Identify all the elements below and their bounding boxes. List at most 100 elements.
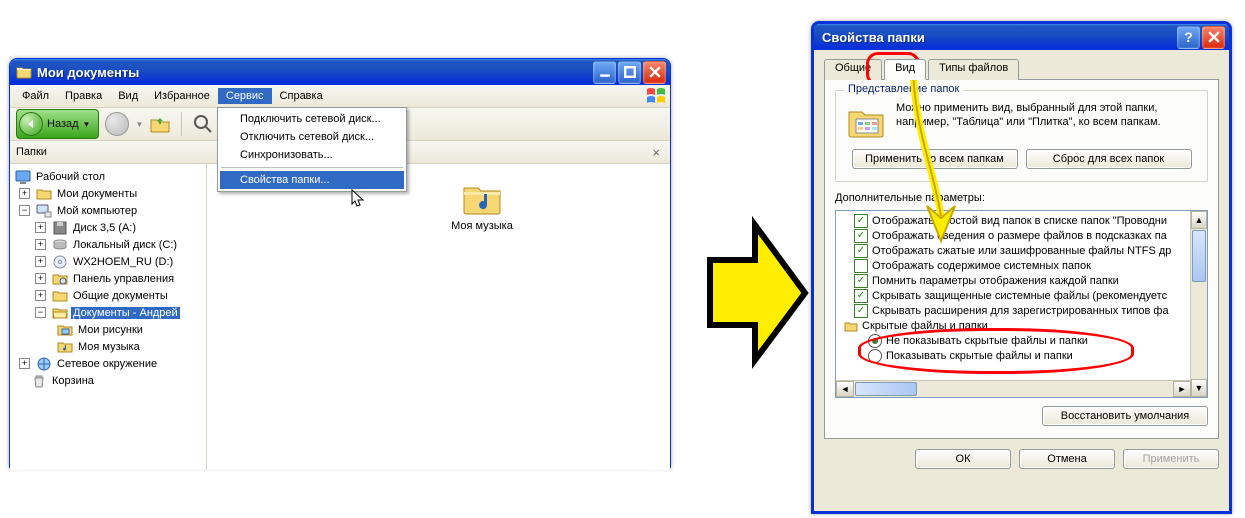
dd-disconnect-drive[interactable]: Отключить сетевой диск... bbox=[220, 128, 404, 146]
tree-floppy[interactable]: + Диск 3,5 (A:) bbox=[10, 219, 206, 236]
content-label: Моя музыка bbox=[451, 220, 513, 232]
restore-defaults-button[interactable]: Восстановить умолчания bbox=[1042, 406, 1208, 426]
ok-button[interactable]: ОК bbox=[915, 449, 1011, 469]
dd-separator bbox=[221, 167, 403, 168]
back-button[interactable]: Назад ▼ bbox=[16, 109, 99, 139]
dialog-title: Свойства папки bbox=[822, 30, 1177, 45]
tree-recycle[interactable]: Корзина bbox=[10, 372, 206, 389]
menu-file[interactable]: Файл bbox=[14, 88, 57, 104]
scroll-down-button[interactable]: ▼ bbox=[1191, 379, 1207, 397]
folder-icon bbox=[36, 186, 52, 202]
tab-filetypes[interactable]: Типы файлов bbox=[928, 59, 1019, 80]
dialog-close-button[interactable] bbox=[1202, 26, 1225, 49]
scroll-hthumb[interactable] bbox=[855, 382, 917, 396]
up-folder-button[interactable] bbox=[149, 113, 171, 135]
back-label: Назад bbox=[47, 118, 79, 130]
opt-hidden-files-node[interactable]: Скрытые файлы и папки bbox=[838, 318, 1207, 333]
desktop-icon bbox=[15, 169, 31, 185]
dialog-titlebar[interactable]: Свойства папки ? bbox=[814, 24, 1229, 50]
cancel-button[interactable]: Отмена bbox=[1019, 449, 1115, 469]
folder-icon bbox=[16, 64, 32, 80]
pictures-icon bbox=[57, 322, 73, 338]
opt-system-folders[interactable]: Отображать содержимое системных папок bbox=[838, 258, 1207, 273]
menu-view[interactable]: Вид bbox=[110, 88, 146, 104]
tree-shareddocs[interactable]: + Общие документы bbox=[10, 287, 206, 304]
minimize-button[interactable] bbox=[593, 61, 616, 84]
tree-network[interactable]: + Сетевое окружение bbox=[10, 355, 206, 372]
tree-userdocs[interactable]: − Документы - Андрей bbox=[10, 304, 206, 321]
group-legend: Представление папок bbox=[844, 83, 963, 95]
tab-view-page: Представление папок Можно применить вид,… bbox=[824, 80, 1219, 439]
content-item-mymusic[interactable]: Моя музыка bbox=[437, 176, 527, 232]
tree-mypictures[interactable]: Мои рисунки bbox=[10, 321, 206, 338]
folder-icon bbox=[52, 288, 68, 304]
explorer-titlebar[interactable]: Мои документы bbox=[10, 59, 670, 85]
opt-remember-view[interactable]: Помнить параметры отображения каждой пап… bbox=[838, 273, 1207, 288]
folder-options-dialog: Свойства папки ? Общие Вид Типы файлов П… bbox=[811, 21, 1232, 514]
dialog-body: Общие Вид Типы файлов Представление папо… bbox=[814, 50, 1229, 479]
opt-hide-hidden[interactable]: Не показывать скрытые файлы и папки bbox=[838, 333, 1207, 348]
controlpanel-icon bbox=[52, 271, 68, 287]
opt-ntfs-color[interactable]: Отображать сжатые или зашифрованные файл… bbox=[838, 243, 1207, 258]
annotation-arrow-icon bbox=[700, 215, 810, 370]
menu-tools[interactable]: Сервис bbox=[218, 88, 272, 104]
menubar: Файл Правка Вид Избранное Сервис Справка bbox=[10, 85, 670, 108]
tools-dropdown: Подключить сетевой диск... Отключить сет… bbox=[217, 107, 407, 192]
tree-mydocs[interactable]: + Мои документы bbox=[10, 185, 206, 202]
opt-file-size-tips[interactable]: Отображать сведения о размере файлов в п… bbox=[838, 228, 1207, 243]
explorer-title: Мои документы bbox=[37, 65, 593, 80]
menu-favorites[interactable]: Избранное bbox=[146, 88, 218, 104]
folder-tree[interactable]: Рабочий стол + Мои документы − Мой компь… bbox=[10, 164, 207, 470]
help-button[interactable]: ? bbox=[1177, 26, 1200, 49]
advanced-label: Дополнительные параметры: bbox=[835, 192, 1208, 204]
tree-controlpanel[interactable]: + Панель управления bbox=[10, 270, 206, 287]
music-icon bbox=[57, 339, 73, 355]
folder-open-icon bbox=[52, 305, 68, 321]
computer-icon bbox=[36, 203, 52, 219]
explorer-window: Мои документы Файл Правка Вид Избранное … bbox=[9, 58, 671, 468]
tree-mymusic[interactable]: Моя музыка bbox=[10, 338, 206, 355]
dd-folder-options[interactable]: Свойства папки... bbox=[220, 171, 404, 189]
recycle-icon bbox=[31, 373, 47, 389]
tree-mycomputer[interactable]: − Мой компьютер bbox=[10, 202, 206, 219]
tabstrip: Общие Вид Типы файлов bbox=[824, 58, 1219, 80]
panes-close-button[interactable]: × bbox=[648, 145, 664, 160]
forward-button[interactable] bbox=[105, 112, 129, 136]
maximize-button[interactable] bbox=[618, 61, 641, 84]
tree-desktop[interactable]: Рабочий стол bbox=[10, 168, 206, 185]
tab-view[interactable]: Вид bbox=[884, 59, 926, 80]
dd-sync[interactable]: Синхронизовать... bbox=[220, 146, 404, 164]
scroll-up-button[interactable]: ▲ bbox=[1191, 211, 1207, 229]
opt-show-hidden[interactable]: Показывать скрытые файлы и папки bbox=[838, 348, 1207, 363]
group-folder-views: Представление папок Можно применить вид,… bbox=[835, 90, 1208, 182]
disk-icon bbox=[52, 237, 68, 253]
apply-to-all-button[interactable]: Применить ко всем папкам bbox=[852, 149, 1018, 169]
menu-edit[interactable]: Правка bbox=[57, 88, 110, 104]
opt-hide-protected[interactable]: Скрывать защищенные системные файлы (рек… bbox=[838, 288, 1207, 303]
menu-help[interactable]: Справка bbox=[272, 88, 331, 104]
scroll-left-button[interactable]: ◄ bbox=[836, 381, 854, 397]
close-button[interactable] bbox=[643, 61, 666, 84]
floppy-icon bbox=[52, 220, 68, 236]
vscrollbar[interactable]: ▲ ▼ bbox=[1190, 211, 1207, 397]
opt-simple-folder-view[interactable]: Отображать простой вид папок в списке па… bbox=[838, 213, 1207, 228]
apply-button[interactable]: Применить bbox=[1123, 449, 1219, 469]
tree-cddrive[interactable]: + WX2HOEM_RU (D:) bbox=[10, 253, 206, 270]
folder-node-icon bbox=[844, 319, 858, 333]
advanced-options-list[interactable]: Отображать простой вид папок в списке па… bbox=[835, 210, 1208, 398]
search-button[interactable] bbox=[192, 113, 214, 135]
cd-icon bbox=[52, 254, 68, 270]
group-text: Можно применить вид, выбранный для этой … bbox=[896, 101, 1197, 129]
scroll-right-button[interactable]: ► bbox=[1173, 381, 1191, 397]
scroll-thumb[interactable] bbox=[1192, 230, 1206, 282]
reset-all-button[interactable]: Сброс для всех папок bbox=[1026, 149, 1192, 169]
tab-general[interactable]: Общие bbox=[824, 59, 882, 80]
folder-views-icon bbox=[846, 101, 886, 141]
opt-hide-extensions[interactable]: Скрывать расширения для зарегистрированн… bbox=[838, 303, 1207, 318]
content-pane[interactable]: Моя музыка bbox=[207, 164, 670, 470]
dd-map-drive[interactable]: Подключить сетевой диск... bbox=[220, 110, 404, 128]
tree-localdisk[interactable]: + Локальный диск (C:) bbox=[10, 236, 206, 253]
hscrollbar[interactable]: ◄ ► bbox=[836, 380, 1191, 397]
network-icon bbox=[36, 356, 52, 372]
windows-logo-icon bbox=[646, 87, 666, 105]
